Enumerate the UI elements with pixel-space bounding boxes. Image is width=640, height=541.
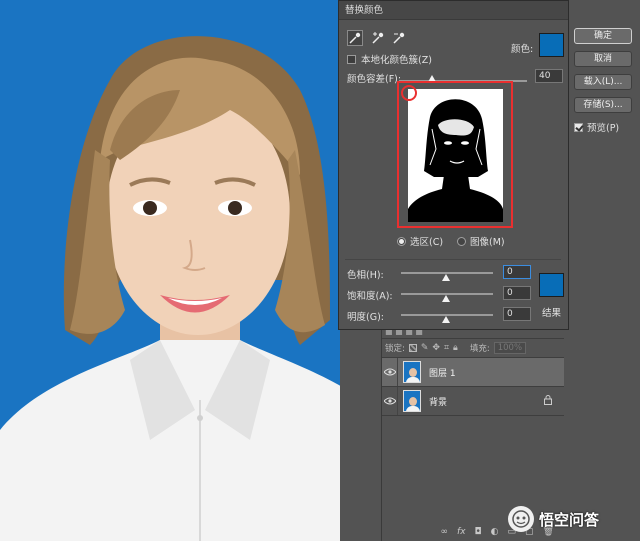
layer-name[interactable]: 图层 1: [429, 366, 456, 379]
cancel-button[interactable]: 取消: [574, 51, 632, 67]
radio-selection[interactable]: 选区(C): [397, 234, 443, 248]
layer-row-layer1[interactable]: 图层 1: [382, 358, 564, 386]
portrait-photo: [0, 0, 384, 541]
local-color-clusters-checkbox[interactable]: 本地化颜色簇(Z): [347, 52, 432, 66]
preview-checkbox-label: 预览(P): [587, 123, 620, 134]
lock-paint-icon[interactable]: ✎: [421, 343, 429, 353]
lock-icon: [544, 395, 552, 408]
result-swatch[interactable]: [539, 273, 564, 297]
eyedropper-plus-icon[interactable]: [370, 30, 386, 46]
fuzziness-input[interactable]: 40: [535, 69, 563, 83]
mask-icon[interactable]: ◘: [475, 527, 482, 537]
ok-button[interactable]: 确定: [574, 28, 632, 44]
radio-image-dot[interactable]: [457, 236, 466, 246]
preview-checkbox-box[interactable]: [574, 122, 583, 132]
radio-image[interactable]: 图像(M): [457, 234, 505, 248]
lock-transparent-icon[interactable]: [408, 344, 417, 352]
visibility-eye-icon[interactable]: [382, 358, 398, 386]
lightness-label: 明度(G):: [347, 312, 384, 323]
watermark: 悟空问答: [508, 506, 599, 532]
fill-label: 填充:: [469, 344, 490, 354]
watermark-text: 悟空问答: [539, 510, 600, 529]
radio-selection-dot[interactable]: [397, 236, 406, 246]
fill-value[interactable]: 100%: [493, 342, 527, 354]
visibility-eye-icon[interactable]: [382, 387, 398, 415]
eyedropper-icon[interactable]: [347, 30, 363, 46]
layer-row-background[interactable]: 背景: [382, 387, 564, 415]
saturation-label: 饱和度(A):: [347, 291, 393, 302]
lock-all-icon[interactable]: 🔒︎: [453, 343, 458, 353]
layer-thumbnail: [403, 361, 421, 383]
dialog-divider: [345, 259, 561, 260]
lock-label: 锁定:: [385, 344, 405, 354]
replace-color-dialog: 替换颜色 颜色: 本地化颜色簇(Z) 颜色容差(F): 40 选区(C) 图像(…: [338, 0, 569, 330]
lock-artboard-icon[interactable]: ⌗: [444, 343, 449, 353]
wukong-logo-icon: [508, 506, 534, 532]
photoshop-workspace: ■ ■ ■ ■ 锁定: ✎ ✥ ⌗ 🔒︎ 填充: 100% 图层 1 背景 ∞ …: [0, 0, 640, 541]
dialog-title: 替换颜色: [339, 1, 568, 20]
checkbox-box[interactable]: [347, 54, 356, 64]
save-button[interactable]: 存储(S)...: [574, 97, 632, 113]
document-canvas[interactable]: [0, 0, 384, 541]
highlight-circle: [401, 85, 417, 101]
adjustment-icon[interactable]: ◐: [491, 527, 499, 537]
lightness-input[interactable]: 0: [503, 307, 531, 321]
lightness-slider-handle[interactable]: [442, 316, 450, 323]
fuzziness-label: 颜色容差(F):: [347, 74, 402, 85]
lock-position-icon[interactable]: ✥: [432, 343, 440, 353]
color-swatch[interactable]: [539, 33, 564, 57]
selection-preview[interactable]: [408, 89, 503, 222]
saturation-slider-handle[interactable]: [442, 295, 450, 302]
load-button[interactable]: 载入(L)...: [574, 74, 632, 90]
lock-row: 锁定: ✎ ✥ ⌗ 🔒︎ 填充: 100%: [382, 339, 564, 357]
radio-image-label: 图像(M): [470, 237, 505, 248]
link-icon[interactable]: ∞: [441, 527, 449, 537]
selection-mask-image: [408, 89, 503, 222]
hue-label: 色相(H):: [347, 270, 384, 281]
radio-selection-label: 选区(C): [410, 237, 444, 248]
hue-input[interactable]: 0: [503, 265, 531, 279]
local-color-clusters-label: 本地化颜色簇(Z): [361, 55, 432, 66]
hue-slider-handle[interactable]: [442, 274, 450, 281]
layer-name[interactable]: 背景: [429, 395, 447, 408]
preview-checkbox[interactable]: 预览(P): [574, 120, 619, 134]
saturation-input[interactable]: 0: [503, 286, 531, 300]
layer-thumbnail: [403, 390, 421, 412]
color-label: 颜色:: [511, 44, 534, 55]
result-label: 结果: [542, 308, 562, 319]
eyedropper-minus-icon[interactable]: [391, 30, 407, 46]
fx-icon[interactable]: fx: [457, 527, 466, 537]
